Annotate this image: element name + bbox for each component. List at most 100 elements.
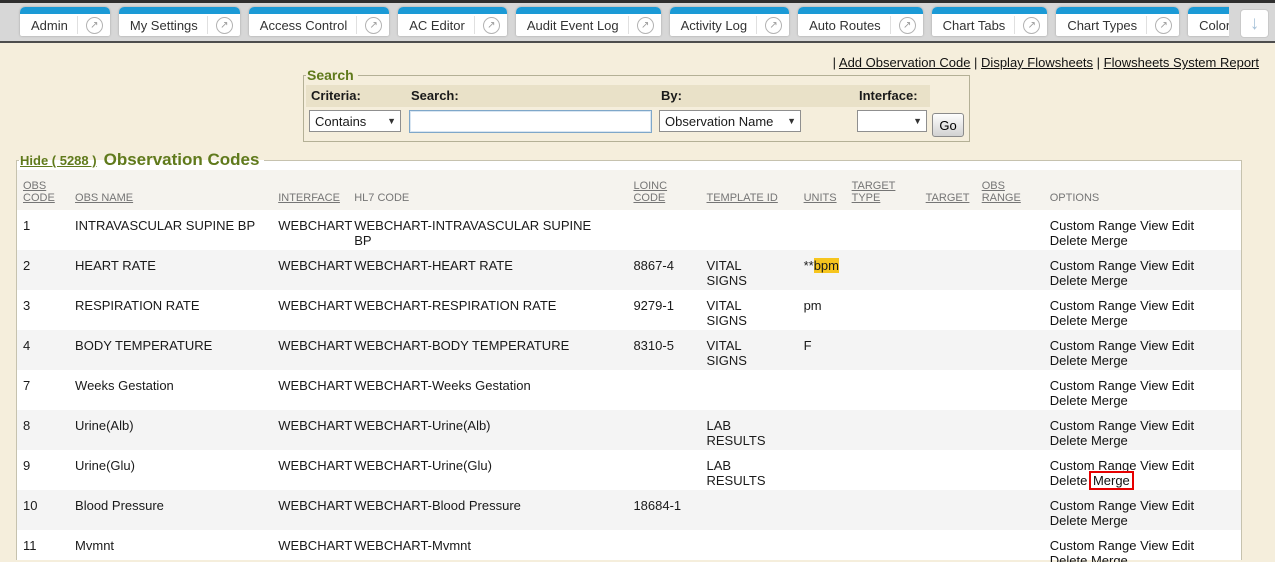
custom-range-link[interactable]: Custom Range — [1050, 458, 1137, 473]
custom-range-link[interactable]: Custom Range — [1050, 338, 1137, 353]
delete-link[interactable]: Delete — [1050, 473, 1088, 488]
link-display-flowsheets[interactable]: Display Flowsheets — [981, 55, 1093, 70]
merge-link[interactable]: Merge — [1091, 273, 1128, 288]
open-in-new-icon[interactable]: ↗ — [765, 17, 782, 34]
column-header-obs-name[interactable]: OBS NAME — [69, 170, 272, 210]
column-header-loinc-code[interactable]: LOINC CODE — [627, 170, 700, 210]
tab-ac-editor[interactable]: AC Editor ↗ — [398, 7, 507, 36]
tab-activity-log[interactable]: Activity Log ↗ — [670, 7, 789, 36]
merge-link[interactable]: Merge — [1091, 313, 1128, 328]
column-header-template-id[interactable]: TEMPLATE ID — [701, 170, 798, 210]
open-in-new-icon[interactable]: ↗ — [483, 17, 500, 34]
delete-link[interactable]: Delete — [1050, 273, 1088, 288]
edit-link[interactable]: Edit — [1172, 298, 1194, 313]
custom-range-link[interactable]: Custom Range — [1050, 498, 1137, 513]
open-in-new-icon[interactable]: ↗ — [86, 17, 103, 34]
merge-link[interactable]: Merge — [1091, 393, 1128, 408]
column-header-label[interactable]: OBS RANGE — [982, 180, 1021, 204]
edit-link[interactable]: Edit — [1172, 338, 1194, 353]
cell-interface: WEBCHART — [272, 290, 348, 330]
edit-link[interactable]: Edit — [1172, 498, 1194, 513]
custom-range-link[interactable]: Custom Range — [1050, 258, 1137, 273]
view-link[interactable]: View — [1140, 258, 1168, 273]
delete-link[interactable]: Delete — [1050, 433, 1088, 448]
column-header-target[interactable]: TARGET — [920, 170, 976, 210]
column-header-label[interactable]: TARGET TYPE — [852, 180, 896, 204]
custom-range-link[interactable]: Custom Range — [1050, 298, 1137, 313]
tab-access-control[interactable]: Access Control ↗ — [249, 7, 389, 36]
tab-bar: Admin ↗ My Settings ↗ Access Control ↗ A… — [0, 0, 1275, 43]
merge-link[interactable]: Merge — [1091, 353, 1128, 368]
view-link[interactable]: View — [1140, 538, 1168, 553]
column-header-interface[interactable]: INTERFACE — [272, 170, 348, 210]
tab-colors[interactable]: Colors ↗ — [1188, 7, 1229, 36]
custom-range-link[interactable]: Custom Range — [1050, 378, 1137, 393]
delete-link[interactable]: Delete — [1050, 393, 1088, 408]
by-label: By: — [656, 85, 854, 107]
delete-link[interactable]: Delete — [1050, 313, 1088, 328]
criteria-select[interactable]: Contains ▼ — [309, 110, 401, 132]
column-header-label[interactable]: UNITS — [804, 192, 837, 204]
merge-link[interactable]: Merge — [1091, 433, 1128, 448]
merge-link[interactable]: Merge — [1091, 553, 1128, 562]
tab-chart-types[interactable]: Chart Types ↗ — [1056, 7, 1179, 36]
open-in-new-icon[interactable]: ↗ — [1023, 17, 1040, 34]
by-select[interactable]: Observation Name ▼ — [659, 110, 801, 132]
open-in-new-icon[interactable]: ↗ — [1155, 17, 1172, 34]
edit-link[interactable]: Edit — [1172, 218, 1194, 233]
tab-my-settings[interactable]: My Settings ↗ — [119, 7, 240, 36]
column-header-obs-code[interactable]: OBS CODE — [17, 170, 69, 210]
open-in-new-icon[interactable]: ↗ — [899, 17, 916, 34]
custom-range-link[interactable]: Custom Range — [1050, 418, 1137, 433]
tab-auto-routes[interactable]: Auto Routes ↗ — [798, 7, 923, 36]
tab-audit-event-log[interactable]: Audit Event Log ↗ — [516, 7, 661, 36]
go-button[interactable]: Go — [932, 113, 964, 137]
merge-link[interactable]: Merge — [1091, 233, 1128, 248]
tab-overflow-button[interactable]: ↓ — [1240, 9, 1269, 38]
column-header-label[interactable]: TARGET — [926, 192, 970, 204]
edit-link[interactable]: Edit — [1172, 538, 1194, 553]
merge-link[interactable]: Merge — [1093, 473, 1130, 488]
search-panel: Search Criteria: Contains ▼ Search: By: … — [303, 67, 970, 142]
view-link[interactable]: View — [1140, 218, 1168, 233]
column-header-label[interactable]: TEMPLATE ID — [707, 192, 778, 204]
open-in-new-icon[interactable]: ↗ — [365, 17, 382, 34]
view-link[interactable]: View — [1140, 378, 1168, 393]
column-header-label[interactable]: OBS NAME — [75, 192, 133, 204]
open-in-new-icon[interactable]: ↗ — [216, 17, 233, 34]
column-header-label[interactable]: LOINC CODE — [633, 180, 667, 204]
view-link[interactable]: View — [1140, 498, 1168, 513]
custom-range-link[interactable]: Custom Range — [1050, 218, 1137, 233]
link-flowsheets-system-report[interactable]: Flowsheets System Report — [1104, 55, 1259, 70]
view-link[interactable]: View — [1140, 418, 1168, 433]
tab-accent-bar — [1188, 7, 1229, 14]
open-in-new-icon[interactable]: ↗ — [637, 17, 654, 34]
hide-count-link[interactable]: Hide ( 5288 ) — [20, 153, 97, 168]
column-header-label[interactable]: INTERFACE — [278, 192, 340, 204]
link-add-observation-code[interactable]: Add Observation Code — [839, 55, 971, 70]
cell-template-id: VITAL SIGNS — [701, 290, 798, 330]
view-link[interactable]: View — [1140, 458, 1168, 473]
column-header-units[interactable]: UNITS — [798, 170, 846, 210]
search-input[interactable] — [409, 110, 652, 133]
merge-link[interactable]: Merge — [1091, 513, 1128, 528]
delete-link[interactable]: Delete — [1050, 513, 1088, 528]
interface-select[interactable]: ▼ — [857, 110, 927, 132]
delete-link[interactable]: Delete — [1050, 553, 1088, 562]
tab-chart-tabs[interactable]: Chart Tabs ↗ — [932, 7, 1048, 36]
edit-link[interactable]: Edit — [1172, 458, 1194, 473]
edit-link[interactable]: Edit — [1172, 378, 1194, 393]
tab-label: My Settings — [130, 18, 207, 33]
column-header-obs-range[interactable]: OBS RANGE — [976, 170, 1044, 210]
column-header-label[interactable]: OBS CODE — [23, 180, 55, 204]
tab-admin[interactable]: Admin ↗ — [20, 7, 110, 36]
edit-link[interactable]: Edit — [1172, 258, 1194, 273]
cell-interface: WEBCHART — [272, 250, 348, 290]
view-link[interactable]: View — [1140, 338, 1168, 353]
custom-range-link[interactable]: Custom Range — [1050, 538, 1137, 553]
column-header-target-type[interactable]: TARGET TYPE — [846, 170, 920, 210]
delete-link[interactable]: Delete — [1050, 353, 1088, 368]
edit-link[interactable]: Edit — [1172, 418, 1194, 433]
view-link[interactable]: View — [1140, 298, 1168, 313]
delete-link[interactable]: Delete — [1050, 233, 1088, 248]
